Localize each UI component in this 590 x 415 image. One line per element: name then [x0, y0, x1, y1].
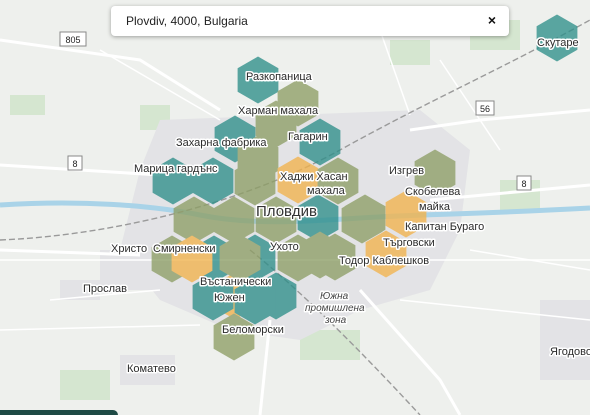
label-proslav: Прослав [83, 283, 127, 295]
label-skobeleva: Скобелева [405, 186, 461, 198]
label-industrial-2: промишлена [305, 303, 365, 314]
label-hristo: Христо [111, 243, 147, 255]
label-industrial-1: Южна [320, 291, 349, 302]
label-belomorski: Беломорски [222, 324, 284, 336]
search-input[interactable]: Plovdiv, 4000, Bulgaria [126, 14, 248, 28]
label-uhoto: Ухото [270, 241, 299, 253]
label-yuzhen: Южен [214, 292, 245, 304]
map-canvas[interactable]: 805 56 8 8 Разкопаница Харман махала Зах… [0, 0, 590, 415]
svg-text:805: 805 [65, 35, 80, 45]
label-hadzhi-hasan: Хаджи Хасан [280, 171, 348, 183]
label-zaharna-fabrika: Захарна фабрика [176, 137, 267, 149]
corner-panel-edge [0, 410, 118, 415]
label-todor-kableshkov: Тодор Каблешков [339, 255, 429, 267]
svg-text:56: 56 [480, 104, 490, 114]
road-shield-8-east: 8 [516, 175, 532, 191]
label-hadzhi-hasan-2: махала [307, 185, 346, 197]
label-skobeleva-2: майка [419, 201, 451, 213]
road-shield-805: 805 [59, 31, 87, 47]
label-razkopanitsa: Разкопаница [246, 71, 313, 83]
label-maritsa-gardans: Марица гардънс [134, 163, 218, 175]
label-vastanicheski: Въстанически [200, 276, 271, 288]
svg-text:8: 8 [521, 179, 526, 189]
label-industrial-3: зона [324, 315, 347, 326]
label-harman-mahala: Харман махала [238, 105, 319, 117]
label-skutare: Скутаре [537, 37, 579, 49]
label-yagodovo: Ягодово [550, 346, 590, 358]
close-icon[interactable]: × [483, 11, 501, 29]
label-smirnenski: Смирненски [153, 243, 216, 255]
label-plovdiv: Пловдив [256, 203, 317, 220]
road-shield-56: 56 [475, 100, 495, 116]
label-izgrev: Изгрев [389, 165, 424, 177]
search-box[interactable]: Plovdiv, 4000, Bulgaria × [111, 6, 509, 36]
svg-text:8: 8 [72, 159, 77, 169]
label-komatevo: Коматево [127, 363, 176, 375]
label-targovski: Търговски [383, 237, 435, 249]
road-shield-8-west: 8 [67, 155, 83, 171]
label-gagarin: Гагарин [288, 131, 328, 143]
label-kapitan-burago: Капитан Бураго [405, 221, 484, 233]
